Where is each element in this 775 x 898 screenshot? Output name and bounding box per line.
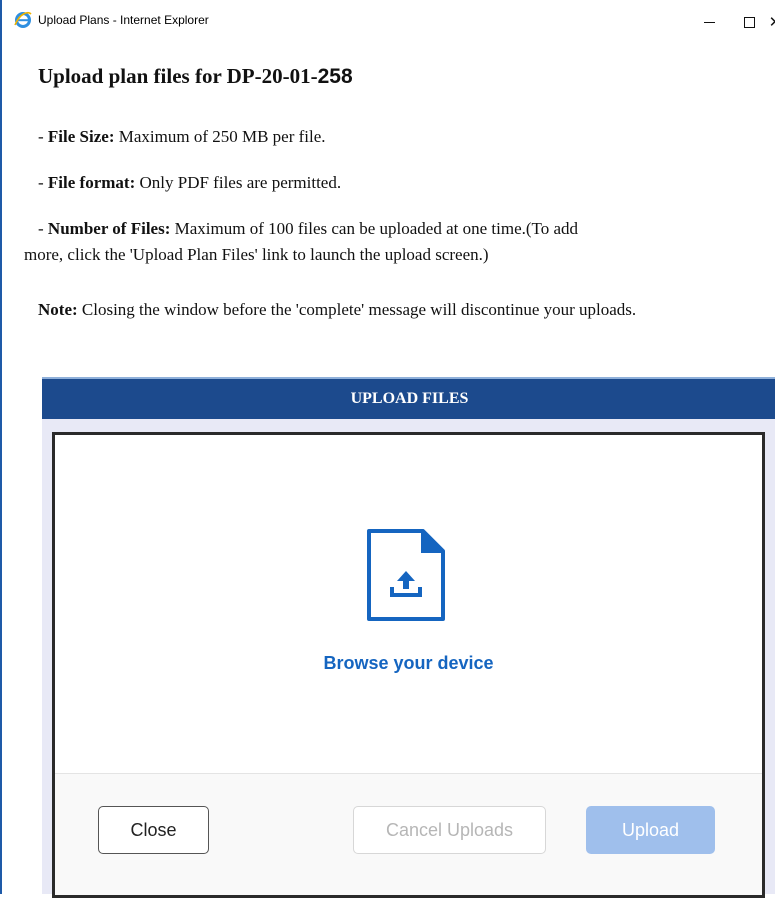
note-text: Closing the window before the 'complete'… [77, 300, 637, 319]
rule-label: Number of Files: [47, 219, 171, 238]
cancel-uploads-button[interactable]: Cancel Uploads [353, 806, 546, 854]
rule-text-continued: more, click the 'Upload Plan Files' link… [24, 245, 489, 264]
rule-text: Maximum of 250 MB per file. [114, 127, 326, 146]
file-drop-zone[interactable]: Browse your device [55, 435, 762, 774]
upload-note: Note: Closing the window before the 'com… [38, 297, 768, 323]
rule-number-of-files: - Number of Files: Maximum of 100 files … [24, 216, 775, 268]
window-titlebar: Upload Plans - Internet Explorer ✕ [4, 0, 775, 46]
browser-window: Upload Plans - Internet Explorer ✕ Uploa… [0, 0, 775, 898]
maximize-button[interactable] [734, 8, 764, 36]
rule-label: File format: [47, 173, 136, 192]
minimize-button[interactable] [694, 8, 724, 36]
rule-text: Only PDF files are permitted. [135, 173, 342, 192]
upload-dialog-footer: Close Cancel Uploads Upload [55, 774, 762, 895]
browse-device-link[interactable]: Browse your device [55, 653, 762, 674]
window-title: Upload Plans - Internet Explorer [38, 13, 209, 27]
maximize-icon [743, 16, 755, 28]
upload-dialog: Browse your device Close Cancel Uploads … [52, 432, 765, 898]
minimize-icon [703, 21, 715, 23]
close-window-button[interactable]: ✕ [768, 8, 775, 36]
internet-explorer-icon [14, 11, 32, 28]
page-title-prefix: Upload plan files for DP-20-01- [38, 64, 318, 88]
file-upload-icon[interactable] [365, 527, 447, 623]
rule-text: Maximum of 100 files can be uploaded at … [170, 219, 579, 238]
page-title-number: 258 [317, 65, 353, 88]
rule-dash: - [38, 127, 48, 146]
rule-label: File Size: [47, 127, 115, 146]
rule-dash: - [38, 219, 48, 238]
upload-panel: UPLOAD FILES Browse your device Close Ca… [42, 377, 775, 898]
rule-file-size: - File Size: Maximum of 250 MB per file. [38, 124, 775, 150]
rule-file-format: - File format: Only PDF files are permit… [38, 170, 775, 196]
note-label: Note: [38, 300, 78, 319]
upload-button[interactable]: Upload [586, 806, 715, 854]
close-icon: ✕ [768, 13, 775, 31]
page-title: Upload plan files for DP-20-01-258 [38, 64, 353, 89]
rule-dash: - [38, 173, 48, 192]
close-button[interactable]: Close [98, 806, 209, 854]
upload-files-header: UPLOAD FILES [42, 377, 775, 419]
